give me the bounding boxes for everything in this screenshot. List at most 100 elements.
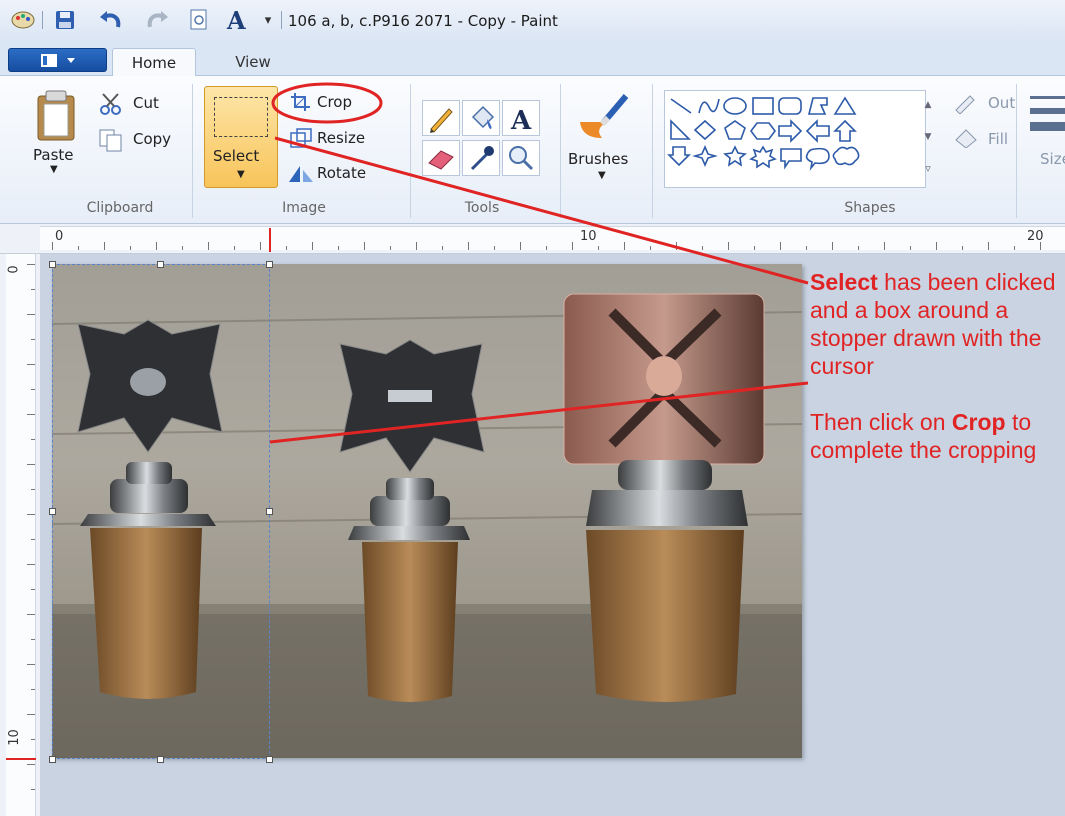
ruler-tick — [1014, 246, 1015, 250]
ruler-tick — [182, 246, 183, 250]
tab-view[interactable]: View — [218, 48, 288, 77]
copy-button[interactable]: Copy — [133, 130, 171, 148]
ruler-label: 10 — [580, 229, 597, 244]
title-separator — [42, 11, 43, 29]
ruler-tick — [312, 242, 313, 250]
ruler-tick — [27, 714, 35, 715]
shapes-gallery[interactable] — [664, 90, 926, 188]
ruler-tick — [31, 689, 35, 690]
selection-handle[interactable] — [266, 508, 273, 515]
shapes-icons — [667, 96, 860, 171]
selection-handle[interactable] — [49, 508, 56, 515]
selection-handle[interactable] — [266, 756, 273, 763]
paste-dropdown-arrow[interactable]: ▼ — [50, 164, 58, 175]
group-separator — [192, 84, 193, 218]
ruler-tick — [27, 414, 35, 415]
ruler-label: 0 — [6, 265, 22, 274]
selection-rectangle[interactable] — [52, 264, 270, 759]
annotation-select-word: Select — [810, 269, 878, 295]
save-icon[interactable] — [50, 6, 80, 34]
cut-button[interactable]: Cut — [133, 94, 159, 112]
tab-home[interactable]: Home — [112, 48, 196, 77]
selection-handle[interactable] — [157, 261, 164, 268]
rotate-icon — [286, 162, 314, 188]
print-preview-icon[interactable] — [184, 6, 214, 34]
rotate-button[interactable]: Rotate — [317, 164, 366, 182]
redo-icon[interactable] — [142, 6, 172, 34]
clipboard-group-label: Clipboard — [86, 200, 154, 216]
ruler-tick — [546, 246, 547, 250]
undo-icon[interactable] — [96, 6, 126, 34]
image-group-label: Image — [282, 200, 326, 216]
color-picker-icon[interactable] — [462, 140, 500, 176]
text-font-icon[interactable]: A — [222, 6, 256, 34]
ruler-tick — [780, 242, 781, 250]
fill-bucket-icon[interactable] — [462, 100, 500, 136]
fill-button[interactable]: Fill — [988, 130, 1008, 148]
selection-handle[interactable] — [49, 756, 56, 763]
ruler-tick — [78, 246, 79, 250]
crop-icon — [290, 92, 312, 116]
brushes-dropdown-arrow[interactable]: ▼ — [598, 170, 606, 181]
size-lines-icon[interactable] — [1030, 92, 1065, 140]
shapes-group-label: Shapes — [844, 200, 896, 216]
selection-handle[interactable] — [49, 261, 56, 268]
ruler-tick — [27, 264, 35, 265]
text-tool-icon[interactable]: A — [502, 100, 540, 136]
ruler-tick — [27, 464, 35, 465]
ruler-tick — [338, 246, 339, 250]
ruler-label: 0 — [55, 229, 64, 244]
ruler-tick — [728, 242, 729, 250]
tools-group-label: Tools — [464, 200, 500, 216]
magnifier-icon[interactable] — [502, 140, 540, 176]
ruler-tick — [988, 242, 989, 250]
select-rectangle-icon — [214, 97, 268, 137]
outline-button[interactable]: Out — [988, 94, 1015, 112]
copy-icon — [98, 128, 124, 156]
ruler-tick — [156, 242, 157, 250]
ruler-tick — [624, 242, 625, 250]
size-button[interactable]: Size — [1040, 150, 1065, 168]
ruler-tick — [520, 242, 521, 250]
instruction-annotation: Select has been clicked and a box around… — [810, 268, 1060, 464]
ruler-tick — [208, 242, 209, 250]
scissors-icon — [98, 92, 124, 120]
shapes-scroll-down-icon[interactable]: ▼ — [920, 122, 936, 154]
ruler-tick — [31, 389, 35, 390]
ruler-tick — [494, 246, 495, 250]
ruler-tick — [468, 242, 469, 250]
ruler-tick — [962, 246, 963, 250]
select-button[interactable]: Select ▼ — [204, 86, 278, 188]
ruler-tick — [104, 242, 105, 250]
ruler-tick — [936, 242, 937, 250]
paste-button[interactable]: Paste — [33, 146, 74, 164]
eraser-icon[interactable] — [422, 140, 460, 176]
ruler-label: 10 — [6, 729, 22, 746]
title-bar: A ▾ 106 a, b, c.P916 2071 - Copy - Paint — [0, 0, 1065, 40]
crop-button[interactable]: Crop — [317, 93, 352, 111]
outline-icon — [952, 94, 978, 118]
ruler-tick — [598, 246, 599, 250]
pencil-icon[interactable] — [422, 100, 460, 136]
selection-handle[interactable] — [266, 261, 273, 268]
fill-icon — [952, 128, 980, 152]
select-dropdown-arrow: ▼ — [237, 169, 245, 180]
ruler-tick — [31, 439, 35, 440]
paint-app-icon[interactable] — [8, 6, 38, 34]
resize-button[interactable]: Resize — [317, 129, 365, 147]
ruler-tick — [442, 246, 443, 250]
ruler-label: 20 — [1027, 229, 1044, 244]
brushes-icon[interactable] — [574, 92, 630, 148]
selection-handle[interactable] — [157, 756, 164, 763]
paste-icon[interactable] — [34, 88, 78, 148]
shapes-scroll-up-icon[interactable]: ▲ — [920, 90, 936, 122]
paint-menu-button[interactable] — [8, 48, 107, 72]
customize-quick-access-icon[interactable]: ▾ — [258, 6, 278, 34]
ruler-tick — [260, 242, 261, 250]
svg-text:A: A — [226, 7, 246, 33]
brushes-button[interactable]: Brushes — [568, 150, 628, 168]
ruler-tick — [884, 242, 885, 250]
stopper-right — [563, 293, 765, 702]
window-title: 106 a, b, c.P916 2071 - Copy - Paint — [288, 12, 558, 30]
shapes-expand-icon[interactable]: ▿ — [920, 154, 936, 186]
